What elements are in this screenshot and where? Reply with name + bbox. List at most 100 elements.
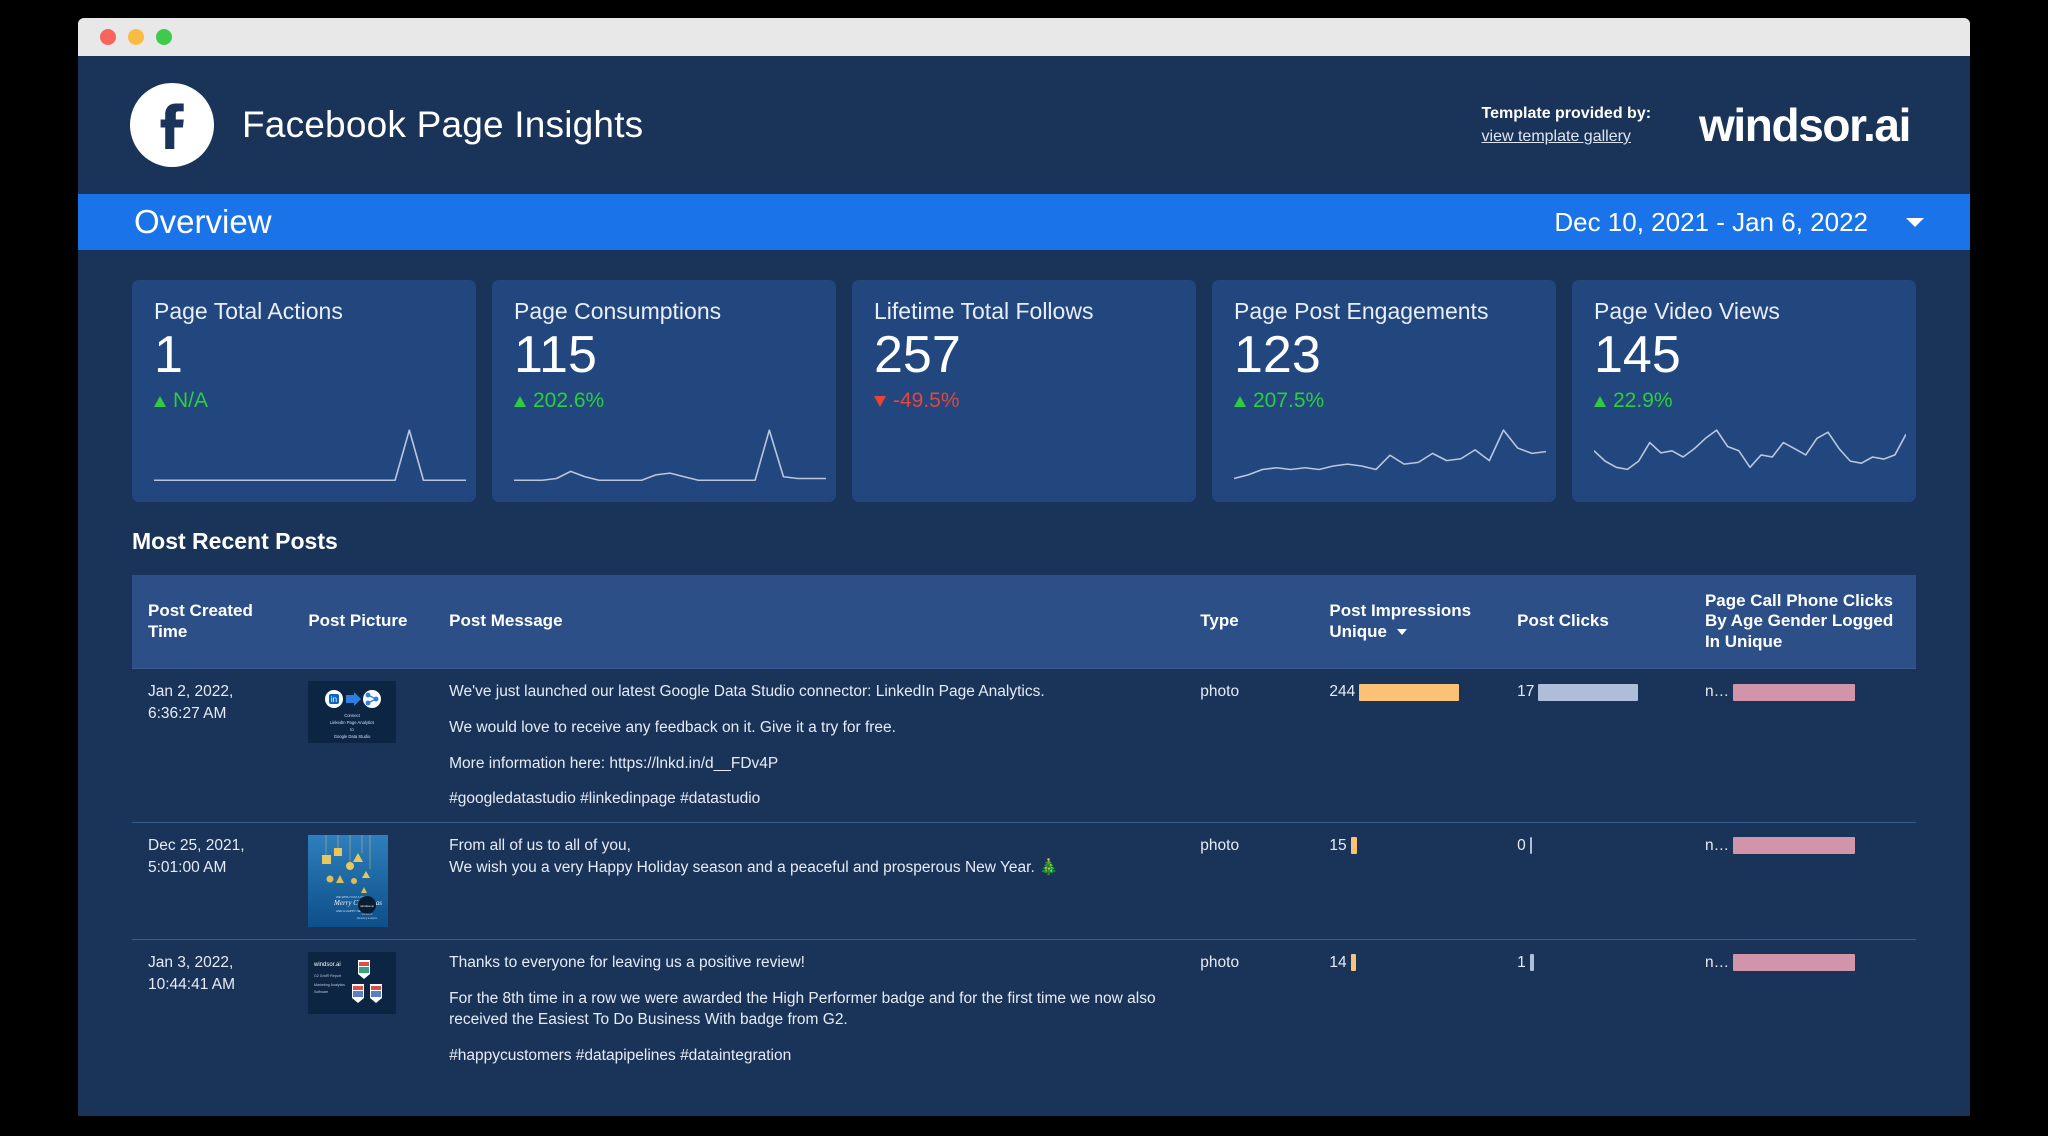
column-header-post-picture[interactable]: Post Picture <box>296 575 438 669</box>
section-title: Most Recent Posts <box>132 528 338 554</box>
scorecard-value: 115 <box>514 326 597 384</box>
column-header-post-created-time[interactable]: Post Created Time <box>132 575 297 669</box>
scorecard-title: Page Video Views <box>1594 298 1780 324</box>
date-range-control[interactable]: Dec 10, 2021 - Jan 6, 2022 <box>1554 207 1970 238</box>
scorecard-delta: 207.5% <box>1234 389 1534 413</box>
scorecard-title: Lifetime Total Follows <box>874 298 1094 324</box>
sparkline-chart <box>874 426 1186 488</box>
message-paragraph: More information here: https://lnkd.in/d… <box>449 754 779 772</box>
most-recent-posts-section: Most Recent Posts Post Created Time Post… <box>78 502 1970 1079</box>
scorecard-delta-value: -49.5% <box>893 389 960 413</box>
table-row[interactable]: Dec 25, 2021, 5:01:00 AM Merry Christmas… <box>132 821 1916 940</box>
arrow-up-icon <box>514 395 526 407</box>
cell-post-message: From all of us to all of you, We wish yo… <box>437 821 1189 940</box>
scorecard-page-total-actions[interactable]: Page Total Actions 1 N/A <box>132 280 476 502</box>
table-header-row: Post Created Time Post Picture Post Mess… <box>132 575 1916 669</box>
maximize-window-button[interactable] <box>156 29 172 45</box>
metric-bar <box>1733 837 1856 855</box>
scorecard-page-video-views[interactable]: Page Video Views 145 22.9% <box>1572 280 1916 502</box>
scorecard-delta: N/A <box>154 389 454 413</box>
cell-post-impressions-unique: 14 <box>1317 938 1506 1079</box>
cell-type: photo <box>1188 668 1318 823</box>
cell-post-created-time: Dec 25, 2021, 5:01:00 AM <box>132 821 297 940</box>
metric-bar <box>1733 954 1856 972</box>
message-paragraph: We would love to receive any feedback on… <box>449 718 896 736</box>
cell-post-created-time: Jan 2, 2022, 6:36:27 AM <box>132 668 297 823</box>
cell-post-clicks: 17 <box>1505 668 1693 823</box>
scorecard-value: 145 <box>1594 326 1681 384</box>
metric-value: 244 <box>1329 683 1356 701</box>
scorecard-page-consumptions[interactable]: Page Consumptions 115 202.6% <box>492 280 836 502</box>
column-header-post-impressions-unique[interactable]: Post Impressions Unique <box>1317 575 1506 669</box>
svg-text:Marketing analytics: Marketing analytics <box>357 917 378 920</box>
svg-text:Connect: Connect <box>345 713 361 718</box>
column-header-post-message[interactable]: Post Message <box>437 575 1189 669</box>
scorecard-value: 257 <box>874 326 961 384</box>
svg-text:windsor.ai: windsor.ai <box>361 904 375 908</box>
cell-post-impressions-unique: 15 <box>1317 821 1506 940</box>
message-paragraph: #googledatastudio #linkedinpage #datastu… <box>449 790 761 808</box>
sparkline-chart <box>1234 426 1546 488</box>
cell-post-picture: in Connect LinkedIn Page Analytics to Go… <box>296 668 438 823</box>
message-paragraph: #happycustomers #datapipelines #datainte… <box>449 1046 792 1064</box>
window-titlebar <box>78 18 1970 56</box>
minimize-window-button[interactable] <box>128 29 144 45</box>
metric-bar <box>1529 837 1532 855</box>
table-row[interactable]: Jan 2, 2022, 6:36:27 AM in Connect Linke… <box>132 668 1916 823</box>
svg-text:Marketing Analytics: Marketing Analytics <box>314 983 345 987</box>
report-canvas: Facebook Page Insights Template provided… <box>78 56 1970 1116</box>
metric-value: 1 <box>1517 953 1526 971</box>
cell-post-clicks: 1 <box>1505 938 1693 1079</box>
svg-text:LinkedIn Page Analytics: LinkedIn Page Analytics <box>330 720 374 725</box>
scorecard-row: Page Total Actions 1 N/A Page Consumptio… <box>78 250 1970 502</box>
arrow-down-icon <box>874 395 886 407</box>
cell-post-message: We've just launched our latest Google Da… <box>437 668 1189 823</box>
date-range-value: Dec 10, 2021 - Jan 6, 2022 <box>1554 206 1868 237</box>
svg-text:G2 Grid® Report: G2 Grid® Report <box>314 974 341 978</box>
arrow-up-icon <box>1234 395 1246 407</box>
message-paragraph: We've just launched our latest Google Da… <box>449 683 1045 701</box>
cell-page-call-phone-clicks: n… <box>1692 668 1916 823</box>
scorecard-delta: -49.5% <box>874 389 1174 413</box>
overview-title: Overview <box>134 203 272 240</box>
scorecard-page-post-engagements[interactable]: Page Post Engagements 123 207.5% <box>1212 280 1556 502</box>
message-paragraph: For the 8th time in a row we were awarde… <box>449 989 1156 1029</box>
metric-value: 0 <box>1517 836 1526 854</box>
cell-post-created-time: Jan 3, 2022, 10:44:41 AM <box>132 938 297 1079</box>
scorecard-value: 1 <box>154 326 183 384</box>
report-header: Facebook Page Insights Template provided… <box>78 56 1970 194</box>
svg-text:Google Data Studio: Google Data Studio <box>334 734 371 739</box>
metric-value: 17 <box>1517 683 1535 701</box>
sparkline-chart <box>154 426 466 488</box>
close-window-button[interactable] <box>100 29 116 45</box>
metric-value: 14 <box>1329 953 1347 971</box>
metric-value: n… <box>1704 836 1730 854</box>
scorecard-delta: 22.9% <box>1594 389 1894 413</box>
table-row[interactable]: Jan 3, 2022, 10:44:41 AM windsor.ai G2 G… <box>132 938 1916 1079</box>
scorecard-delta-value: N/A <box>173 389 209 413</box>
column-header-post-clicks[interactable]: Post Clicks <box>1505 575 1693 669</box>
svg-text:Software: Software <box>314 990 328 994</box>
cell-post-message: Thanks to everyone for leaving us a posi… <box>437 938 1189 1079</box>
metric-bar <box>1350 837 1357 855</box>
scorecard-lifetime-total-follows[interactable]: Lifetime Total Follows 257 -49.5% <box>852 280 1196 502</box>
merry-christmas-thumbnail-icon: Merry Christmas WE WISH YOU A VERY AND A… <box>308 834 389 927</box>
cell-post-picture: windsor.ai G2 Grid® Report Marketing Ana… <box>296 938 438 1079</box>
cell-type: photo <box>1188 938 1318 1079</box>
column-header-page-call-phone-clicks[interactable]: Page Call Phone Clicks By Age Gender Log… <box>1692 575 1916 669</box>
column-header-type[interactable]: Type <box>1188 575 1318 669</box>
cell-post-clicks: 0 <box>1505 821 1693 940</box>
scorecard-title: Page Consumptions <box>514 298 722 324</box>
facebook-icon <box>130 83 214 167</box>
header-right-group: Template provided by: view template gall… <box>1482 98 1912 152</box>
metric-bar <box>1359 683 1460 701</box>
arrow-up-icon <box>154 395 166 407</box>
scorecard-delta: 202.6% <box>514 389 814 413</box>
caret-down-icon[interactable] <box>1396 629 1407 636</box>
metric-value: 15 <box>1329 836 1347 854</box>
scorecard-value: 123 <box>1234 326 1321 384</box>
view-template-gallery-link[interactable]: view template gallery <box>1482 125 1631 148</box>
chevron-down-icon[interactable] <box>1906 217 1924 227</box>
scorecard-delta-value: 22.9% <box>1613 389 1673 413</box>
cell-page-call-phone-clicks: n… <box>1692 938 1916 1079</box>
